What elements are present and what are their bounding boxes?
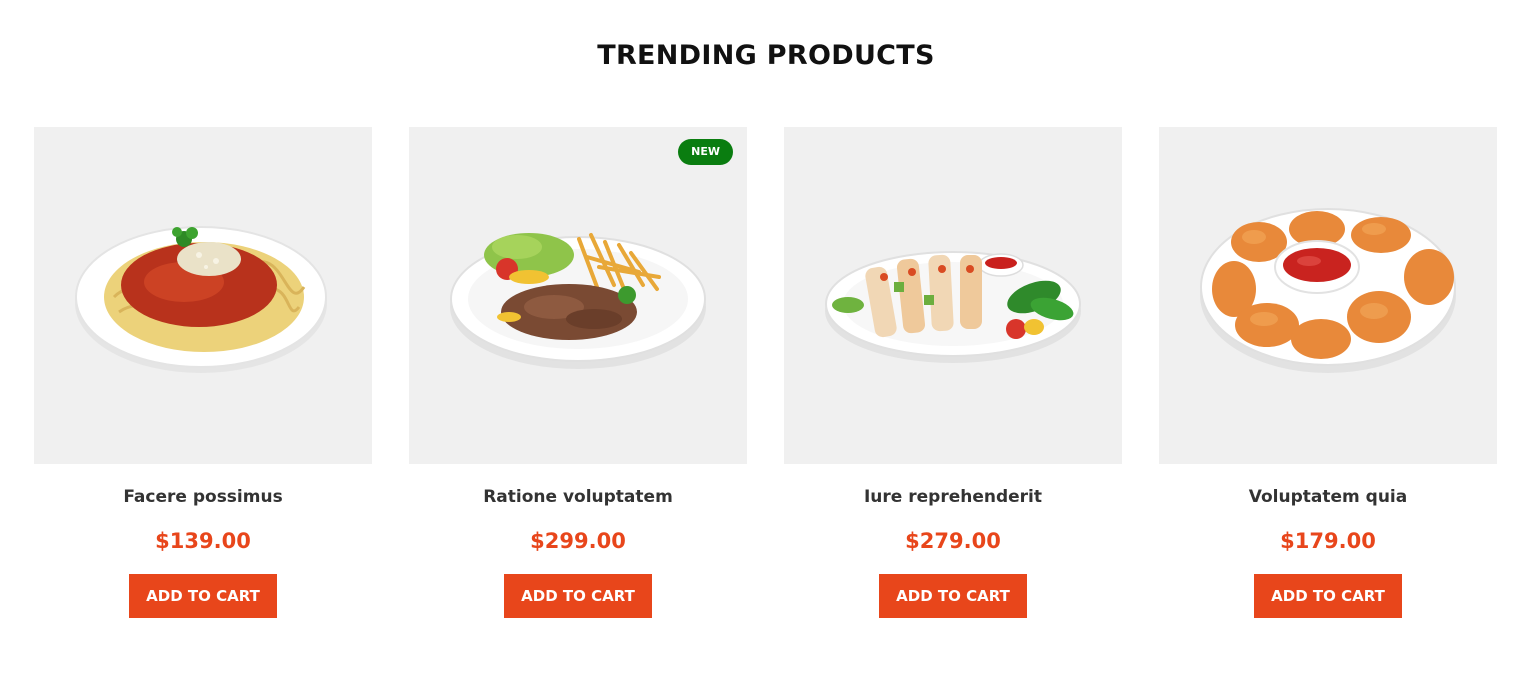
product-card: Voluptatem quia $179.00 ADD TO CART (1159, 127, 1497, 618)
product-image[interactable] (784, 127, 1122, 464)
product-card: NEW Ratione voluptatem $299.00 ADD TO CA… (409, 127, 747, 618)
add-to-cart-button[interactable]: ADD TO CART (129, 574, 277, 618)
kebab-plate-image (450, 233, 706, 369)
product-price: $139.00 (155, 529, 251, 553)
product-image[interactable] (34, 127, 372, 464)
section-title: TRENDING PRODUCTS (597, 40, 935, 71)
product-card: Facere possimus $139.00 ADD TO CART (34, 127, 372, 618)
product-price: $299.00 (530, 529, 626, 553)
add-to-cart-button[interactable]: ADD TO CART (1254, 574, 1402, 618)
product-price: $279.00 (905, 529, 1001, 553)
product-price: $179.00 (1280, 529, 1376, 553)
add-to-cart-button[interactable]: ADD TO CART (879, 574, 1027, 618)
product-name[interactable]: Voluptatem quia (1159, 486, 1497, 508)
product-image[interactable]: NEW (409, 127, 747, 464)
new-badge: NEW (678, 139, 733, 165)
spaghetti-plate-image (75, 226, 327, 373)
product-image[interactable] (1159, 127, 1497, 464)
product-name[interactable]: Iure reprehenderit (784, 486, 1122, 508)
product-name[interactable]: Facere possimus (34, 486, 372, 508)
product-card: Iure reprehenderit $279.00 ADD TO CART (784, 127, 1122, 618)
product-name[interactable]: Ratione voluptatem (409, 486, 747, 508)
chicken-skewers-image (825, 251, 1081, 363)
add-to-cart-button[interactable]: ADD TO CART (504, 574, 652, 618)
chicken-nuggets-image (1200, 208, 1456, 373)
